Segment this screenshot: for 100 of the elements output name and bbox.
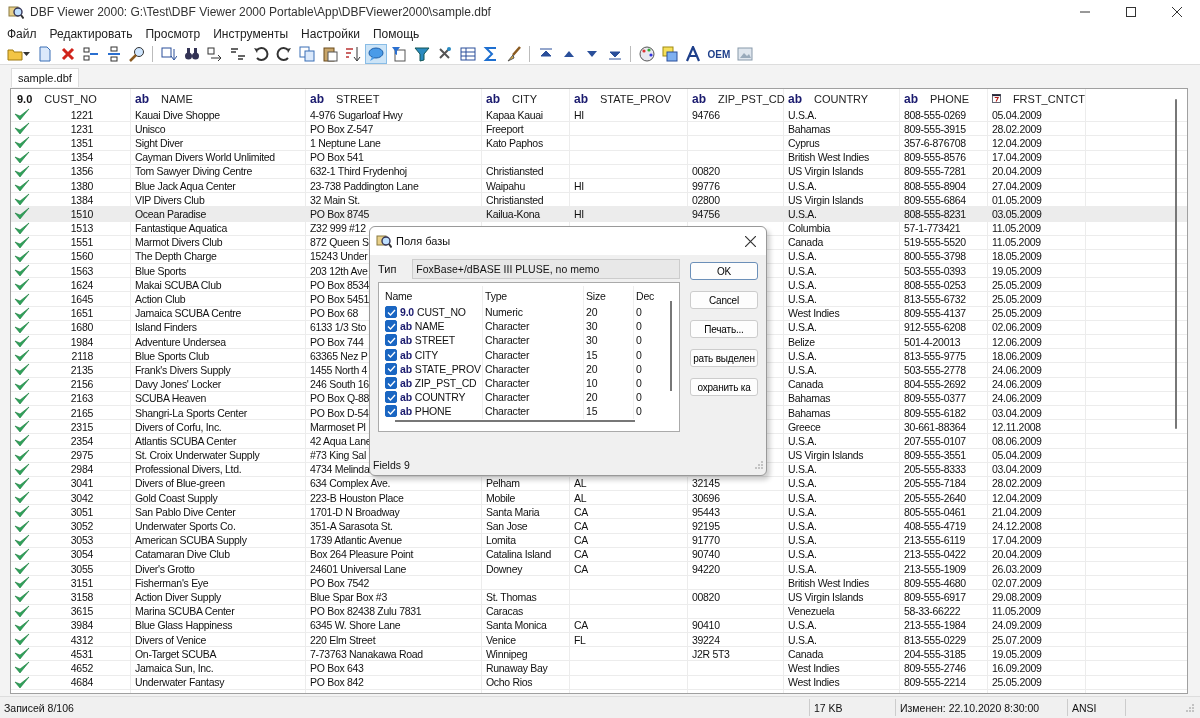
table-cell: 16.09.2009 [992, 661, 1042, 674]
menu-item[interactable]: Помощь [367, 27, 428, 41]
table-row[interactable]: 4531 On-Target SCUBA 7-73763 Nanakawa Road Winnipeg J2R 5T3 Canada 204-555-3185 19.05.2009 [11, 647, 1187, 662]
checkbox[interactable] [385, 377, 397, 390]
dialog-button[interactable]: охранить ка [690, 378, 758, 396]
table-cell: U.S.A. [788, 562, 817, 575]
field-name: CITY [414, 348, 438, 361]
table-row[interactable]: 3052 Underwater Sports Co. 351-A Sarasota St. San Jose CA 92195 U.S.A. 408-555-4719 24.12.2008 [11, 519, 1187, 534]
table-row[interactable]: 3151 Fisherman's Eye PO Box 7542 British West Indies 809-555-4680 02.07.2009 [11, 576, 1187, 591]
table-row[interactable]: 1354 Cayman Divers World Unlimited PO Box 541 British West Indies 809-555-8576 17.04.2009 [11, 150, 1187, 165]
table-cell: 20.04.2009 [992, 548, 1042, 561]
field-name: COUNTRY [414, 391, 466, 404]
menu-item[interactable]: Редактировать [44, 27, 141, 41]
table-row[interactable]: 1231 Unisco PO Box Z-547 Freeport Bahamas 809-555-3915 28.02.2009 [11, 122, 1187, 137]
checkbox[interactable] [385, 306, 397, 319]
list-column-header[interactable]: Size [584, 286, 634, 305]
checkbox[interactable] [385, 334, 397, 347]
table-cell: Blue Spar Box #3 [310, 590, 387, 603]
table-row[interactable]: 3054 Catamaran Dive Club Box 264 Pleasure Point Catalina Island CA 90740 U.S.A. 213-555-0422 20.04.2009 [11, 547, 1187, 562]
toolbar-button[interactable]: OEM [704, 44, 734, 64]
selected-row[interactable]: 1510 Ocean Paradise PO Box 8745 Kailua-Kona HI 94756 U.S.A. 808-555-8231 03.05.2009 [11, 207, 1187, 222]
close-icon[interactable] [1172, 7, 1182, 17]
file-tab[interactable]: sample.dbf [11, 68, 79, 87]
type-field[interactable]: FoxBase+/dBASE III PLUSE, no memo [412, 259, 680, 279]
table-cell: U.S.A. [788, 321, 817, 334]
table-cell: 808-555-8231 [904, 207, 966, 220]
menu-item[interactable]: Инструменты [208, 27, 297, 41]
maximize-icon[interactable] [1126, 7, 1136, 17]
column-header[interactable]: FRST_CNTCT [988, 89, 1086, 108]
checkbox[interactable] [385, 362, 397, 375]
table-row[interactable]: 3055 Diver's Grotto 24601 Universal Lane Downey CA 94220 U.S.A. 213-555-1909 26.03.2009 [11, 562, 1187, 577]
list-cell: Character [485, 334, 530, 347]
table-cell: U.S.A. [788, 293, 817, 306]
table-cell: Lomita [486, 534, 516, 547]
column-header[interactable]: ab COUNTRY [784, 89, 900, 108]
table-cell: Z32 999 #12 [310, 222, 366, 235]
table-cell: Atlantis SCUBA Center [135, 434, 237, 447]
close-icon[interactable] [745, 235, 756, 247]
table-cell: 17.04.2009 [992, 151, 1042, 164]
list-cell: 0 [636, 348, 642, 361]
table-cell: 213-555-0422 [904, 548, 966, 561]
table-cell: Fantastique Aquatica [135, 222, 228, 235]
table-row[interactable]: 3615 Marina SCUBA Center PO Box 82438 Zulu 7831 Caracas Venezuela 58-33-66222 11.05.2009 [11, 604, 1187, 619]
table-cell: Blue Glass Happiness [135, 619, 233, 632]
table-cell: CA [574, 562, 588, 575]
caret-icon [22, 52, 30, 56]
table-row[interactable]: 3984 Blue Glass Happiness 6345 W. Shore Lane Santa Monica CA 90410 U.S.A. 213-555-1984 24.09.2009 [11, 618, 1187, 633]
table-row[interactable]: 4684 Underwater Fantasy PO Box 842 Ocho Rios West Indies 809-555-2214 25.05.2009 [11, 675, 1187, 690]
table-cell: 1701-D N Broadway [310, 505, 400, 518]
column-header[interactable]: 9.0 CUST_NO [11, 89, 131, 108]
column-title: STREET [336, 92, 380, 105]
table-row[interactable]: 4312 Divers of Venice 220 Elm Street Venice FL 39224 U.S.A. 813-555-0229 25.07.2009 [11, 632, 1187, 648]
table-cell: 813-555-6732 [904, 293, 966, 306]
list-cell: 20 [586, 306, 598, 319]
list-column-header[interactable]: Name [383, 286, 483, 305]
table-cell: 4734 Melinda [310, 463, 370, 476]
table-cell: 503-555-2778 [904, 363, 966, 376]
list-column-header[interactable]: Type [483, 286, 584, 305]
table-row[interactable]: 4652 Jamaica Sun, Inc. PO Box 643 Runaway Bay West Indies 809-555-2746 16.09.2009 [11, 661, 1187, 676]
table-cell: 12.04.2009 [992, 136, 1042, 149]
table-row[interactable]: 1356 Tom Sawyer Diving Centre 632-1 Third Frydenhoj Christiansted 00820 US Virgin Islands 809-555-7281 20.04.2009 [11, 164, 1187, 179]
table-cell: Pelham [486, 477, 520, 490]
table-row[interactable]: 3158 Action Diver Supply Blue Spar Box #3 St. Thomas 00820 US Virgin Islands 809-555-6917 29.08.2009 [11, 590, 1187, 605]
scrollbar-thumb[interactable] [1175, 99, 1177, 429]
list-cell: Character [485, 405, 530, 418]
dialog-button[interactable]: Cancel [690, 291, 758, 309]
table-row[interactable]: 3042 Gold Coast Supply 223-B Houston Place Mobile AL 30696 U.S.A. 205-555-2640 12.04.2009 [11, 491, 1187, 506]
table-cell: 29.08.2009 [992, 590, 1042, 603]
table-cell: 805-555-0461 [904, 505, 966, 518]
table-cell: J2R 5T3 [692, 647, 730, 660]
dialog-button[interactable]: рать выделен [690, 349, 758, 367]
table-row[interactable]: 1380 Blue Jack Aqua Center 23-738 Paddington Lane Waipahu HI 99776 U.S.A. 808-555-8904 27.04.2009 [11, 178, 1187, 194]
column-header[interactable]: ab CITY [482, 89, 570, 108]
table-cell: Greece [788, 420, 821, 433]
dialog-button[interactable]: Печать... [690, 320, 758, 338]
table-row[interactable]: 3051 San Pablo Dive Center 1701-D N Broadway Santa Maria CA 95443 U.S.A. 805-555-0461 21.04.2009 [11, 505, 1187, 520]
table-cell: 809-555-4137 [904, 307, 966, 320]
column-header[interactable]: ab STATE_PROV [570, 89, 688, 108]
dialog-button[interactable]: OK [690, 262, 758, 280]
checkbox[interactable] [385, 405, 397, 418]
scrollbar-thumb[interactable] [670, 301, 672, 391]
field-name: CUST_NO [417, 306, 466, 319]
list-cell: 20 [586, 362, 598, 375]
table-cell: 808-555-8904 [904, 179, 966, 192]
menu-item[interactable]: Файл [2, 27, 45, 41]
table-cell: 800-555-3798 [904, 250, 966, 263]
scrollbar-thumb[interactable] [395, 420, 635, 422]
column-header[interactable]: ab STREET [306, 89, 482, 108]
column-header[interactable]: ab NAME [131, 89, 306, 108]
checkbox[interactable] [385, 391, 397, 404]
menu-item[interactable]: Настройки [296, 27, 368, 41]
checkbox[interactable] [385, 320, 397, 333]
column-header[interactable]: ab PHONE [900, 89, 988, 108]
menu-item[interactable]: Просмотр [140, 27, 209, 41]
field-type-label: ab [692, 91, 706, 106]
checkbox[interactable] [385, 348, 397, 361]
table-row[interactable]: 3053 American SCUBA Supply 1739 Atlantic Avenue Lomita CA 91770 U.S.A. 213-555-6119 17.04.2009 [11, 533, 1187, 548]
table-row[interactable]: 1221 Kauai Dive Shoppe 4-976 Sugarloaf Hwy Kapaa Kauai HI 94766 U.S.A. 808-555-0269 05.04.2009 [11, 108, 1187, 123]
table-row[interactable]: 1351 Sight Diver 1 Neptune Lane Kato Paphos Cyprus 357-6-876708 12.04.2009 [11, 136, 1187, 151]
column-header[interactable]: ab ZIP_PST_CD [688, 89, 784, 108]
